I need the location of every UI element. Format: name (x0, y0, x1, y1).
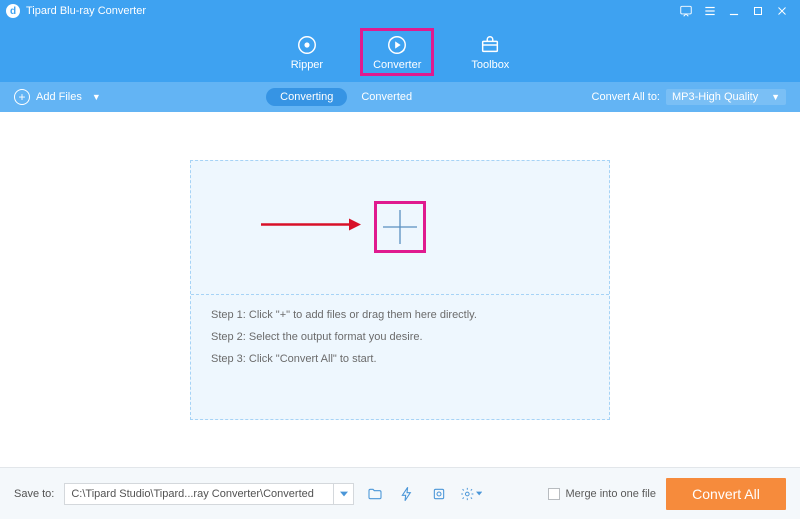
footer-bar: Save to: C:\Tipard Studio\Tipard...ray C… (0, 467, 800, 519)
gpu-icon[interactable] (428, 483, 450, 505)
feedback-icon[interactable] (674, 1, 698, 21)
disc-icon (295, 33, 319, 57)
open-folder-icon[interactable] (364, 483, 386, 505)
drop-zone-upper (191, 161, 609, 295)
save-path-field[interactable]: C:\Tipard Studio\Tipard...ray Converter\… (64, 483, 354, 505)
app-logo: d (6, 4, 20, 18)
save-path-dropdown[interactable] (333, 484, 353, 504)
instruction-step-3: Step 3: Click "Convert All" to start. (211, 353, 589, 365)
save-to-label: Save to: (14, 488, 54, 500)
merge-checkbox[interactable]: Merge into one file (548, 488, 657, 500)
toolbox-icon (478, 33, 502, 57)
drop-zone[interactable]: Step 1: Click "+" to add files or drag t… (190, 160, 610, 420)
instruction-step-2: Step 2: Select the output format you des… (211, 331, 589, 343)
tab-toolbox[interactable]: Toolbox (461, 31, 519, 73)
chevron-down-icon: ▼ (771, 92, 780, 102)
menu-icon[interactable] (698, 1, 722, 21)
close-button[interactable] (770, 1, 794, 21)
settings-icon[interactable] (460, 483, 482, 505)
convert-all-label: Convert All to: (592, 91, 660, 103)
checkbox-icon (548, 488, 560, 500)
app-title: Tipard Blu-ray Converter (26, 5, 146, 17)
tab-ripper[interactable]: Ripper (281, 31, 333, 73)
main-area: Step 1: Click "+" to add files or drag t… (0, 112, 800, 467)
add-files-label: Add Files (36, 91, 82, 103)
minimize-button[interactable] (722, 1, 746, 21)
convert-icon (385, 33, 409, 57)
instruction-step-1: Step 1: Click "+" to add files or drag t… (211, 309, 589, 321)
status-tabs: Converting Converted (266, 88, 426, 106)
tab-label: Toolbox (471, 59, 509, 71)
tab-label: Converter (373, 59, 421, 71)
sub-toolbar: + Add Files ▼ Converting Converted Conve… (0, 82, 800, 112)
app-header: d Tipard Blu-ray Converter Ripper (0, 0, 800, 82)
hardware-accel-icon[interactable] (396, 483, 418, 505)
maximize-button[interactable] (746, 1, 770, 21)
convert-all-button-label: Convert All (692, 486, 760, 502)
chevron-down-icon: ▼ (92, 92, 101, 102)
add-files-plus-button[interactable] (377, 204, 423, 250)
tab-converted[interactable]: Converted (347, 88, 426, 106)
plus-circle-icon: + (14, 89, 30, 105)
merge-label: Merge into one file (566, 488, 657, 500)
tab-label: Ripper (291, 59, 323, 71)
tab-converting[interactable]: Converting (266, 88, 347, 106)
output-format-value: MP3-High Quality (672, 91, 758, 103)
annotation-arrow (261, 215, 361, 240)
main-tabs: Ripper Converter Toolbox (0, 22, 800, 82)
instructions: Step 1: Click "+" to add files or drag t… (191, 295, 609, 418)
add-files-button[interactable]: + Add Files ▼ (14, 89, 101, 105)
output-format-select[interactable]: MP3-High Quality ▼ (666, 89, 786, 105)
convert-all-button[interactable]: Convert All (666, 478, 786, 510)
tab-converter[interactable]: Converter (363, 31, 431, 73)
save-path-value: C:\Tipard Studio\Tipard...ray Converter\… (65, 488, 333, 500)
title-bar: d Tipard Blu-ray Converter (0, 0, 800, 22)
convert-all-format: Convert All to: MP3-High Quality ▼ (592, 89, 786, 105)
